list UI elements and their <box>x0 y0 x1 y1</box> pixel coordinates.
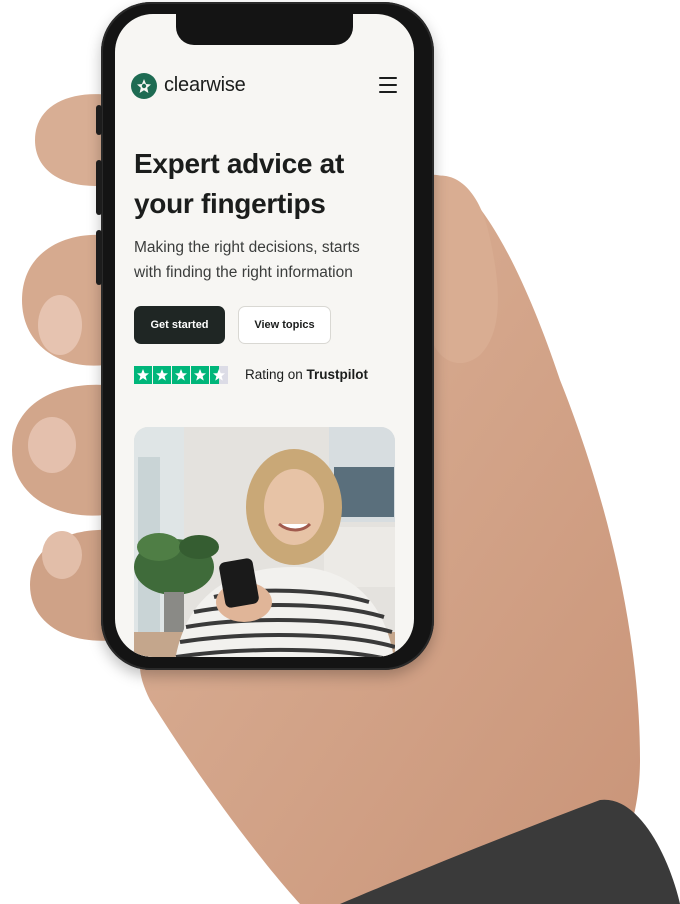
hero-subtext: Making the right decisions, starts with … <box>134 235 396 285</box>
star-icon <box>134 366 152 384</box>
site-header: clearwise <box>131 73 397 103</box>
clearwise-logo-icon[interactable] <box>131 73 157 99</box>
star-icon <box>191 366 209 384</box>
subtext-line: Making the right decisions, starts <box>134 239 360 256</box>
phone-screen: clearwise Expert advice at your fingerti… <box>115 14 414 657</box>
trustpilot-brand: Trustpilot <box>306 367 369 382</box>
subtext-line: with finding the right information <box>134 264 353 281</box>
star-icon <box>172 366 190 384</box>
brand-name[interactable]: clearwise <box>164 74 246 97</box>
trustpilot-stars <box>134 366 228 384</box>
woman-with-phone-image <box>134 427 395 657</box>
hero-photo <box>134 427 395 657</box>
phone-notch <box>176 14 353 45</box>
half-star-icon <box>210 366 228 384</box>
product-mockup: clearwise Expert advice at your fingerti… <box>0 0 680 904</box>
trustpilot-rating-text[interactable]: Rating on Trustpilot <box>245 367 368 382</box>
star-icon <box>153 366 171 384</box>
headline-line: Expert advice at <box>134 148 344 179</box>
get-started-button[interactable]: Get started <box>134 306 225 344</box>
rating-prefix: Rating on <box>245 367 307 382</box>
phone-side-button <box>96 160 102 215</box>
phone-side-button <box>96 105 102 135</box>
view-topics-button[interactable]: View topics <box>238 306 331 344</box>
hamburger-menu-icon[interactable] <box>379 77 397 95</box>
headline-line: your fingertips <box>134 188 326 219</box>
hero-headline: Expert advice at your fingertips <box>134 144 394 224</box>
phone-side-button <box>96 230 102 285</box>
